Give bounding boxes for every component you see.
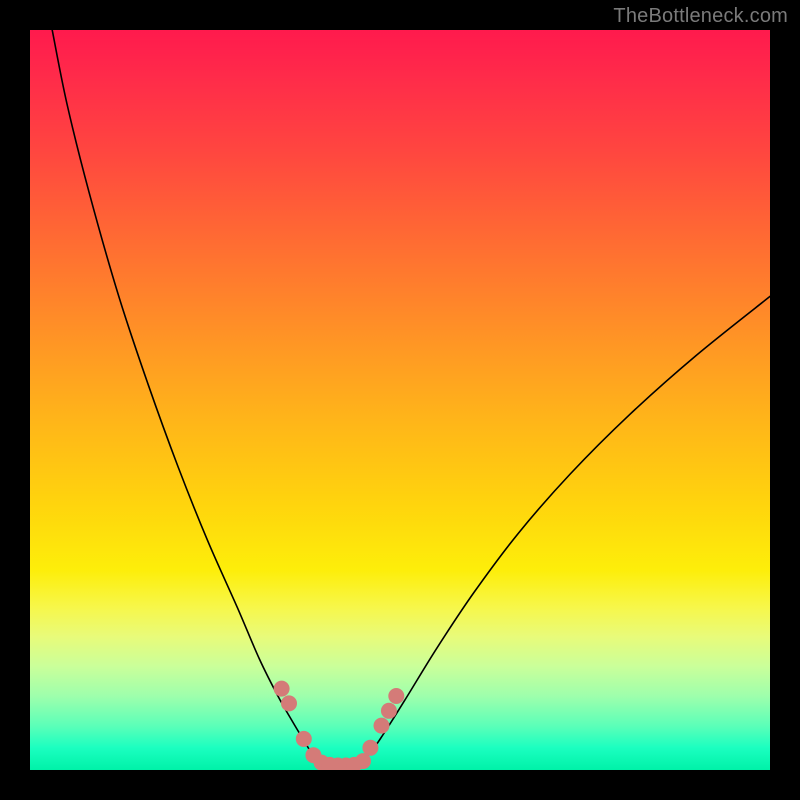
marker-group xyxy=(274,681,405,770)
marker-dot xyxy=(274,681,290,697)
marker-dot xyxy=(281,695,297,711)
chart-svg xyxy=(30,30,770,770)
marker-dot xyxy=(362,740,378,756)
marker-dot xyxy=(388,688,404,704)
curve-left xyxy=(52,30,326,764)
chart-area xyxy=(30,30,770,770)
watermark-text: TheBottleneck.com xyxy=(613,5,788,28)
marker-dot xyxy=(296,731,312,747)
curve-right xyxy=(356,296,770,764)
marker-dot xyxy=(374,718,390,734)
marker-dot xyxy=(381,703,397,719)
